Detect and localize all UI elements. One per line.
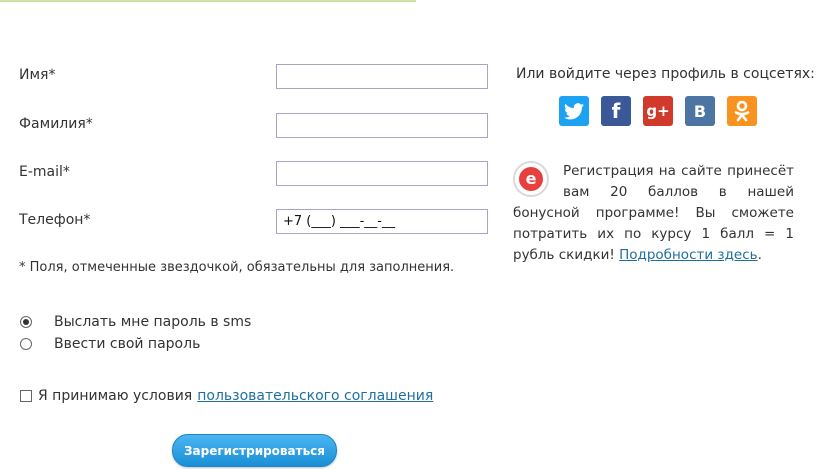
bonus-text-end: . bbox=[757, 247, 762, 263]
bonus-details-link[interactable]: Подробности здесь bbox=[619, 247, 758, 263]
google-plus-icon[interactable]: g+ bbox=[643, 96, 673, 126]
terms-link[interactable]: пользовательского соглашения bbox=[197, 388, 433, 404]
social-login-title: Или войдите через профиль в соцсетях: bbox=[516, 66, 815, 82]
top-divider bbox=[0, 0, 416, 2]
bonus-e-glyph: e bbox=[519, 167, 543, 191]
terms-checkbox[interactable] bbox=[20, 390, 32, 402]
email-input[interactable] bbox=[276, 161, 488, 186]
first-name-input[interactable] bbox=[276, 64, 488, 89]
register-button[interactable]: Зарегистрироваться bbox=[172, 434, 337, 467]
password-option-sms[interactable]: Выслать мне пароль в sms bbox=[20, 314, 251, 330]
terms-agreement: Я принимаю условия пользовательского сог… bbox=[20, 388, 433, 404]
phone-input[interactable] bbox=[276, 209, 488, 234]
first-name-label: Имя* bbox=[19, 67, 56, 83]
radio-button[interactable] bbox=[20, 338, 32, 350]
social-login-buttons: f g+ В bbox=[559, 96, 769, 126]
radio-button[interactable] bbox=[20, 316, 32, 328]
bonus-info: Регистрация на сайте принесёт вам 20 бал… bbox=[513, 161, 794, 266]
twitter-icon[interactable] bbox=[559, 96, 589, 126]
required-fields-note: * Поля, отмеченные звездочкой, обязатель… bbox=[19, 260, 455, 275]
email-label: E-mail* bbox=[19, 164, 70, 180]
password-option-own[interactable]: Ввести свой пароль bbox=[20, 336, 200, 352]
bonus-e-icon: e bbox=[513, 161, 549, 197]
phone-label: Телефон* bbox=[19, 212, 91, 228]
last-name-label: Фамилия* bbox=[19, 116, 93, 132]
password-option-sms-label: Выслать мне пароль в sms bbox=[54, 314, 252, 330]
odnoklassniki-icon[interactable] bbox=[727, 96, 757, 126]
facebook-icon[interactable]: f bbox=[601, 96, 631, 126]
password-option-own-label: Ввести свой пароль bbox=[54, 336, 201, 352]
terms-text: Я принимаю условия bbox=[38, 388, 193, 404]
last-name-input[interactable] bbox=[276, 113, 488, 138]
vk-icon[interactable]: В bbox=[685, 96, 715, 126]
